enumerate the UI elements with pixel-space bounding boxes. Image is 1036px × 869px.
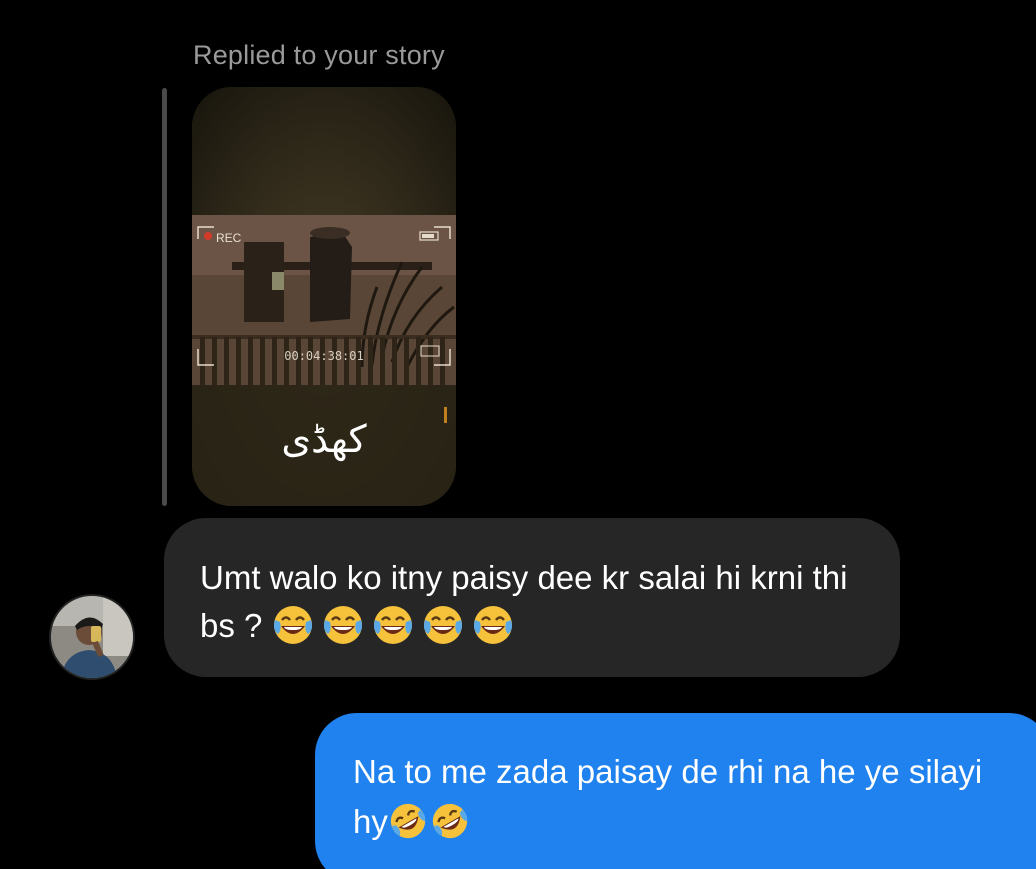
story-thumbnail[interactable]: REC 00:04:38:01 کھڈی <box>192 87 456 506</box>
rolling-on-the-floor-laughing-icon <box>432 803 468 839</box>
chat-screen: Replied to your story REC 00:04:38:01 کھ… <box>0 0 1036 869</box>
outgoing-message-bubble[interactable]: Na to me zada paisay de rhi na he ye sil… <box>315 713 1036 869</box>
story-rec-label: REC <box>216 231 242 245</box>
face-with-tears-of-joy-icon <box>373 606 412 644</box>
sender-avatar[interactable] <box>49 594 135 680</box>
story-caption: کھڈی <box>281 417 367 461</box>
incoming-message-bubble[interactable]: Umt walo ko itny paisy dee kr salai hi k… <box>164 518 900 677</box>
reply-quote-bar <box>162 88 167 506</box>
rolling-on-the-floor-laughing-icon <box>390 803 426 839</box>
face-with-tears-of-joy-icon <box>323 606 362 644</box>
emoji-row <box>272 606 522 644</box>
face-with-tears-of-joy-icon <box>473 606 512 644</box>
face-with-tears-of-joy-icon <box>273 606 312 644</box>
replied-to-story-label: Replied to your story <box>193 40 445 70</box>
face-with-tears-of-joy-icon <box>423 606 462 644</box>
story-timecode: 00:04:38:01 <box>284 349 364 363</box>
emoji-row <box>388 803 472 840</box>
avatar-image <box>51 596 133 678</box>
